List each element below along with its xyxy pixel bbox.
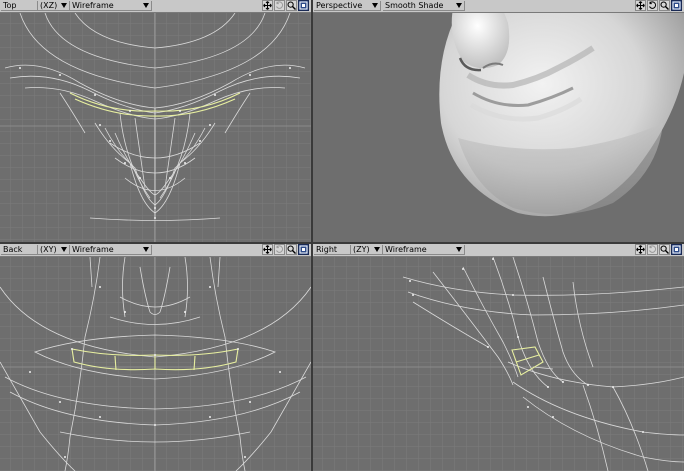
rotate-view-icon[interactable] [274,0,285,11]
view-type-dropdown[interactable]: Right [314,245,351,255]
axis-plane-label: (XZ) [40,1,58,10]
viewport-header: Back (XY) Wireframe [0,244,311,257]
rotate-view-icon[interactable] [647,0,658,11]
dropdown-arrow-icon [143,3,149,8]
viewport-header: Top (XZ) Wireframe [0,0,311,13]
back-viewport[interactable]: Back (XY) Wireframe [0,244,311,471]
view-type-label: Perspective [316,1,363,10]
zoom-view-icon[interactable] [659,0,670,11]
perspective-viewport[interactable]: Perspective Smooth Shade [313,0,684,242]
right-wireframe [313,257,684,471]
right-viewport[interactable]: Right (ZY) Wireframe [313,244,684,471]
render-mode-dropdown[interactable]: Smooth Shade [383,1,465,11]
zoom-view-icon[interactable] [286,0,297,11]
top-wireframe [0,13,311,242]
render-mode-dropdown[interactable]: Wireframe [383,245,465,255]
render-mode-label: Smooth Shade [385,1,444,10]
back-wireframe [0,257,311,471]
maximize-view-icon[interactable] [671,0,682,11]
view-type-dropdown[interactable]: Perspective [314,1,381,11]
axis-plane-label: (ZY) [353,245,370,254]
zoom-view-icon[interactable] [659,244,670,255]
axis-plane-dropdown[interactable]: (ZY) [351,245,383,255]
view-type-dropdown[interactable]: Back [1,245,38,255]
rotate-view-icon[interactable] [647,244,658,255]
dropdown-arrow-icon [61,3,67,8]
dropdown-arrow-icon [143,247,149,252]
render-mode-dropdown[interactable]: Wireframe [70,1,152,11]
maximize-view-icon[interactable] [298,0,309,11]
move-view-icon[interactable] [262,244,273,255]
axis-plane-label: (XY) [40,245,57,254]
axis-plane-dropdown[interactable]: (XZ) [38,1,70,11]
viewport-header: Perspective Smooth Shade [313,0,684,13]
rotate-view-icon[interactable] [274,244,285,255]
render-mode-label: Wireframe [72,1,114,10]
zoom-view-icon[interactable] [286,244,297,255]
render-mode-label: Wireframe [385,245,427,254]
move-view-icon[interactable] [635,244,646,255]
render-mode-label: Wireframe [72,245,114,254]
dropdown-arrow-icon [61,247,67,252]
view-type-label: Back [3,245,23,254]
view-type-label: Right [316,245,338,254]
view-type-dropdown[interactable]: Top [1,1,38,11]
shaded-face-render [313,13,684,242]
dropdown-arrow-icon [374,247,380,252]
view-type-label: Top [3,1,17,10]
maximize-view-icon[interactable] [671,244,682,255]
maximize-view-icon[interactable] [298,244,309,255]
axis-plane-dropdown[interactable]: (XY) [38,245,70,255]
viewport-header: Right (ZY) Wireframe [313,244,684,257]
dropdown-arrow-icon [456,3,462,8]
dropdown-arrow-icon [372,3,378,8]
dropdown-arrow-icon [456,247,462,252]
move-view-icon[interactable] [262,0,273,11]
top-viewport[interactable]: Top (XZ) Wireframe [0,0,311,242]
render-mode-dropdown[interactable]: Wireframe [70,245,152,255]
move-view-icon[interactable] [635,0,646,11]
